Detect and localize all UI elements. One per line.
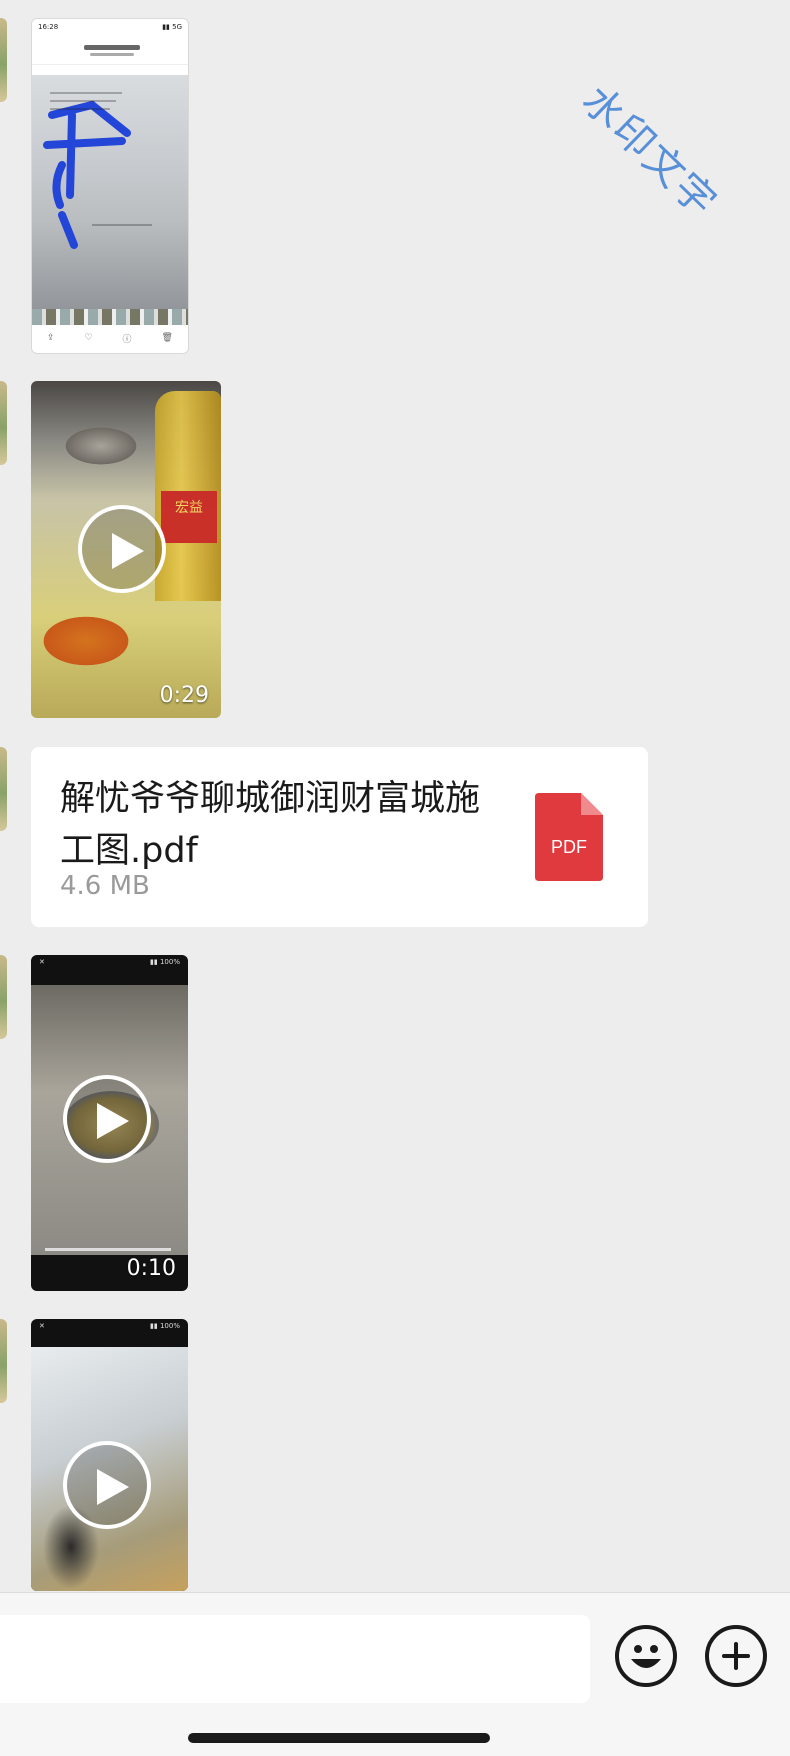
file-message[interactable]: 解忧爷爷聊城御润财富城施工图.pdf 4.6 MB PDF — [31, 747, 648, 927]
play-button[interactable] — [78, 505, 166, 593]
pdf-icon-label: PDF — [551, 837, 587, 857]
play-button[interactable] — [63, 1075, 151, 1163]
input-bar — [0, 1592, 790, 1756]
file-size: 4.6 MB — [60, 871, 150, 901]
thumbnail-status-bar: ✕ ▮▮ 100% — [39, 1322, 180, 1330]
oil-bottle: 宏益 — [155, 391, 221, 601]
play-button[interactable] — [63, 1441, 151, 1529]
message-input[interactable] — [0, 1615, 590, 1703]
emoji-button[interactable] — [615, 1625, 677, 1687]
video-message[interactable]: ✕ ▮▮ 100% — [31, 1319, 188, 1591]
video-message[interactable]: ✕ ▮▮ 100% 0:10 — [31, 955, 188, 1291]
image-message[interactable]: 16:28 ▮▮ 5G ⇪ ♡ ⓘ 🗑 — [31, 18, 189, 354]
thumbnail-toolbar: ⇪ ♡ ⓘ 🗑 — [46, 333, 173, 345]
pdf-file-icon: PDF — [535, 793, 603, 881]
video-duration: 0:29 — [159, 683, 209, 708]
thumbnail-status-bar: 16:28 ▮▮ 5G — [38, 23, 182, 31]
bottle-label: 宏益 — [161, 491, 217, 543]
play-icon — [97, 1469, 129, 1505]
sender-avatar[interactable] — [0, 18, 7, 102]
seek-bar — [45, 1248, 171, 1251]
thumbnail-nav-bar — [32, 37, 188, 65]
play-icon — [112, 533, 144, 569]
smiley-icon — [631, 1645, 661, 1668]
thumbnail-status-bar: ✕ ▮▮ 100% — [39, 958, 180, 966]
scribble-marks — [43, 92, 152, 249]
video-duration: 0:10 — [126, 1256, 176, 1281]
file-name: 解忧爷爷聊城御润财富城施工图.pdf — [60, 779, 481, 871]
sender-avatar[interactable] — [0, 747, 7, 831]
thumbnail-photo — [32, 75, 188, 321]
chat-screen: 水印文字 16:28 ▮▮ 5G ⇪ ♡ ⓘ 🗑 宏益 0:29 解忧爷爷聊城御… — [0, 0, 790, 1756]
watermark: 水印文字 — [573, 77, 726, 227]
video-message[interactable]: 宏益 0:29 — [31, 381, 221, 718]
play-icon — [97, 1103, 129, 1139]
plus-button[interactable] — [705, 1625, 767, 1687]
sender-avatar[interactable] — [0, 381, 7, 465]
sender-avatar[interactable] — [0, 955, 7, 1039]
sender-avatar[interactable] — [0, 1319, 7, 1403]
home-indicator[interactable] — [188, 1733, 490, 1743]
